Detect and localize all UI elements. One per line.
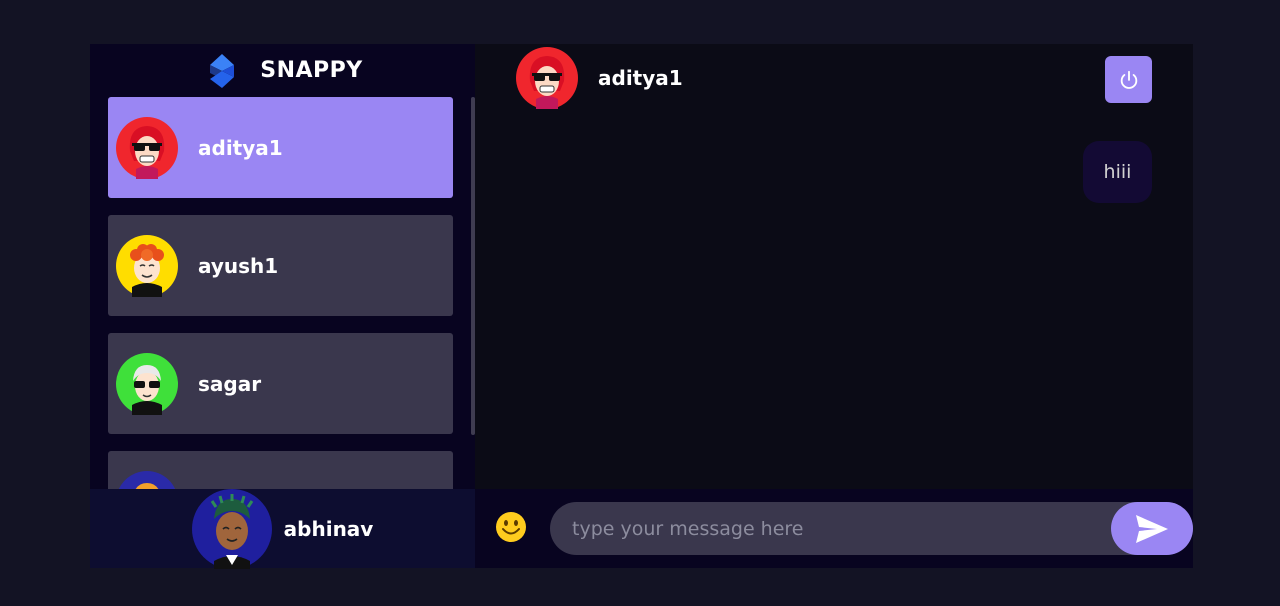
contacts-sidebar: SNAPPY aditya1 ayush1 sagar abhinav	[90, 44, 475, 569]
contact-name: sagar	[198, 371, 262, 396]
logout-button[interactable]	[1105, 56, 1152, 103]
chat-contact-name: aditya1	[598, 66, 683, 90]
snappy-logo-icon	[210, 53, 235, 88]
message-input-wrapper	[550, 502, 1193, 555]
current-user-panel: abhinav	[90, 488, 475, 569]
smiley-icon[interactable]	[495, 511, 527, 543]
brand-name: SNAPPY	[260, 58, 363, 83]
message-input[interactable]	[570, 516, 1094, 541]
send-icon	[1136, 514, 1168, 543]
avatar	[118, 470, 176, 489]
contact-list[interactable]: aditya1 ayush1 sagar	[108, 97, 453, 489]
contact-name: ayush1	[198, 253, 279, 278]
contact-item-partial[interactable]	[108, 451, 453, 489]
brand-header: SNAPPY	[90, 44, 475, 97]
power-icon	[1120, 70, 1137, 89]
chat-app: SNAPPY aditya1 ayush1 sagar abhinav adit…	[90, 44, 1193, 569]
current-user-name: abhinav	[283, 516, 374, 541]
avatar	[116, 234, 178, 297]
send-button[interactable]	[1111, 502, 1193, 555]
contact-name: aditya1	[198, 135, 283, 160]
avatar	[516, 47, 578, 109]
contact-item-ayush1[interactable]: ayush1	[108, 215, 453, 316]
chat-panel: aditya1 hiii	[475, 44, 1193, 568]
sent-message: hiii	[1083, 141, 1152, 203]
contact-item-aditya1[interactable]: aditya1	[108, 97, 453, 198]
message-list: hiii	[475, 112, 1193, 489]
avatar	[116, 116, 178, 179]
message-composer	[475, 489, 1193, 568]
contact-item-sagar[interactable]: sagar	[108, 333, 453, 434]
avatar	[116, 352, 178, 415]
chat-header: aditya1	[475, 44, 1193, 112]
avatar	[191, 488, 272, 569]
